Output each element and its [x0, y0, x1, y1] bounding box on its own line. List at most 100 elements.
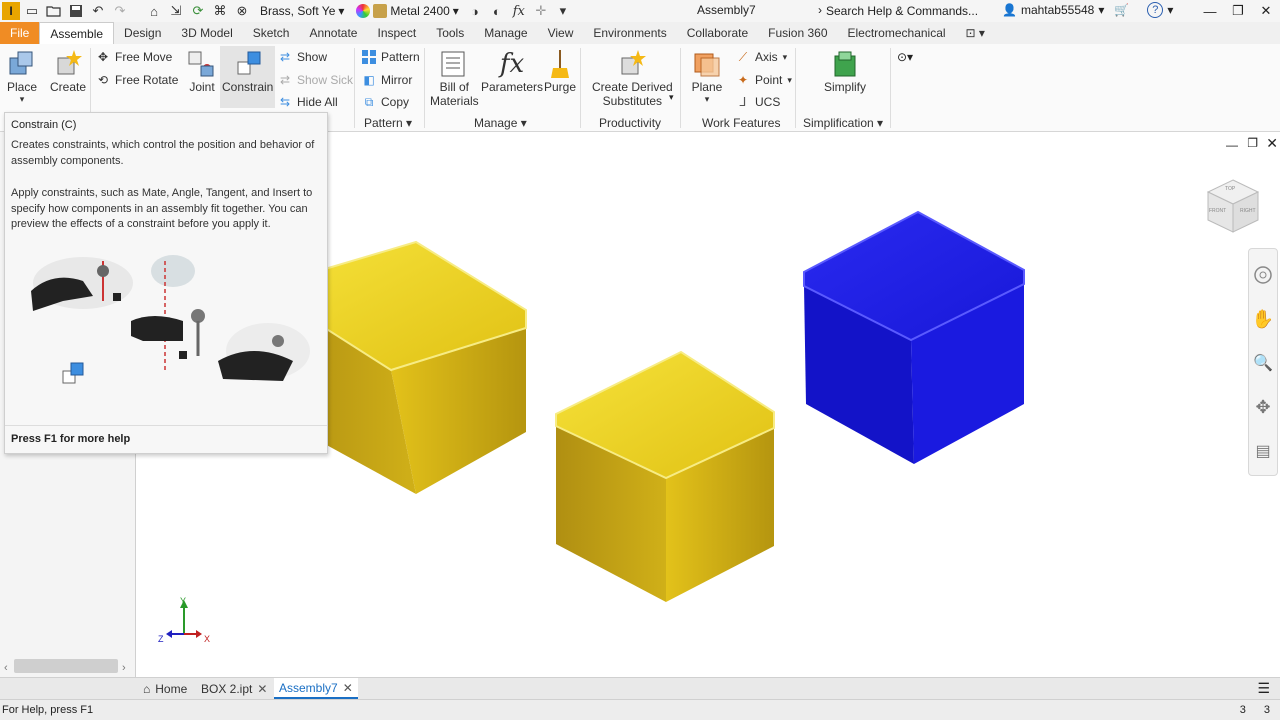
appearance-value: Metal 2400 — [390, 4, 450, 18]
show-sick-button[interactable]: ⇄ Show Sick — [278, 73, 353, 87]
ucs-button[interactable]: ⅃ UCS — [736, 95, 781, 109]
appearance-combo[interactable]: Metal 2400 ▾ — [352, 2, 462, 20]
group-simplification[interactable]: Simplification ▾ — [803, 116, 883, 130]
home-icon[interactable]: ⌂ — [144, 2, 164, 20]
panel-options-icon[interactable]: ⊙▾ — [897, 50, 913, 64]
tab-annotate[interactable]: Annotate — [299, 22, 367, 44]
horizontal-scrollbar[interactable] — [14, 659, 118, 673]
chevron-down-icon: ▾ — [452, 4, 459, 18]
show-button[interactable]: ⇄ Show — [278, 50, 327, 64]
simplify-button[interactable]: Simplify — [824, 48, 866, 94]
point-button[interactable]: ✦ Point ▾ — [736, 73, 792, 87]
purge-button[interactable]: Purge — [544, 48, 576, 94]
mirror-button[interactable]: ◧ Mirror — [362, 73, 412, 87]
create-derived-label-2: Substitutes — [602, 94, 663, 108]
tooltip-footer: Press F1 for more help — [5, 425, 327, 452]
cart-icon[interactable]: 🛒 — [1114, 3, 1129, 17]
free-move-button[interactable]: ✥ Free Move — [96, 50, 172, 64]
free-rotate-button[interactable]: ⟲ Free Rotate — [96, 73, 178, 87]
document-menu-icon[interactable]: ☰ — [1257, 680, 1270, 697]
close-icon[interactable]: ✕ — [343, 681, 353, 695]
parameters-button[interactable]: fx Parameters — [481, 48, 543, 94]
hide-all-button[interactable]: ⇆ Hide All — [278, 95, 338, 109]
save-icon[interactable] — [66, 2, 86, 20]
maximize-button[interactable]: ❐ — [1224, 0, 1252, 22]
new-file-icon[interactable]: ▭ — [22, 2, 42, 20]
close-button[interactable]: ✕ — [1252, 0, 1280, 22]
chevron-right-icon[interactable]: › — [818, 3, 822, 17]
bill-of-materials-button[interactable]: Bill of Materials — [430, 48, 479, 108]
search-input[interactable]: Search Help & Commands... — [826, 2, 998, 20]
tab-assemble[interactable]: Assemble — [39, 22, 115, 44]
update-icon[interactable]: ⟳ — [188, 2, 208, 20]
visibility-icon[interactable]: ⌘ — [210, 2, 230, 20]
group-pattern[interactable]: Pattern ▾ — [364, 116, 412, 130]
copy-label: Copy — [381, 95, 410, 109]
pan-hand-icon[interactable]: ✋ — [1249, 301, 1277, 337]
tab-fusion-360[interactable]: Fusion 360 — [758, 22, 837, 44]
viewcube[interactable]: TOP FRONT RIGHT — [1204, 176, 1262, 236]
doc-tab-box2[interactable]: BOX 2.ipt ✕ — [196, 678, 272, 699]
tab-view[interactable]: View — [538, 22, 584, 44]
open-icon[interactable] — [44, 2, 64, 20]
material-combo[interactable]: Brass, Soft Ye ▾ — [256, 2, 348, 20]
tab-tools[interactable]: Tools — [426, 22, 474, 44]
help-icon[interactable]: ? — [1147, 2, 1164, 18]
show-label: Show — [297, 50, 328, 64]
tab-overflow-icon[interactable]: ⊡ ▾ — [956, 22, 995, 44]
tab-sketch[interactable]: Sketch — [243, 22, 300, 44]
place-button[interactable]: Place ▾ — [6, 48, 38, 105]
orbit-icon[interactable]: ✥ — [1249, 389, 1277, 425]
select-icon[interactable]: ⇲ — [166, 2, 186, 20]
tab-inspect[interactable]: Inspect — [367, 22, 426, 44]
pattern-button[interactable]: Pattern — [362, 50, 420, 64]
no-icon[interactable]: ⊗ — [232, 2, 252, 20]
customize-icon[interactable]: ▾ — [553, 2, 573, 20]
tab-3d-model[interactable]: 3D Model — [171, 22, 242, 44]
app-logo[interactable]: I — [2, 2, 20, 20]
adjust-icon[interactable]: ◑ — [465, 2, 485, 20]
tab-environments[interactable]: Environments — [583, 22, 676, 44]
tab-electromechanical[interactable]: Electromechanical — [838, 22, 956, 44]
place-icon — [6, 48, 38, 80]
free-move-icon: ✥ — [97, 50, 109, 64]
create-derived-label-1: Create Derived — [592, 80, 673, 94]
look-at-icon[interactable]: ▤ — [1249, 433, 1277, 469]
mirror-icon: ◧ — [363, 73, 375, 87]
scroll-right-icon[interactable]: › — [122, 662, 126, 674]
status-count-2: 3 — [1263, 704, 1270, 716]
doc-tab-assembly7[interactable]: Assembly7 ✕ — [274, 678, 358, 699]
chevron-down-icon[interactable]: ▾ — [669, 92, 674, 103]
viewcube-right[interactable]: RIGHT — [1240, 208, 1256, 214]
create-derived-substitutes-button[interactable]: Create Derived Substitutes — [592, 48, 673, 108]
constrain-button[interactable]: Constrain — [220, 46, 276, 108]
plane-button[interactable]: Plane ▾ — [691, 48, 723, 105]
create-button[interactable]: Create — [50, 48, 86, 94]
group-manage[interactable]: Manage ▾ — [474, 116, 527, 130]
tab-design[interactable]: Design — [114, 22, 171, 44]
tab-manage[interactable]: Manage — [474, 22, 537, 44]
document-tabs: ⌂ Home BOX 2.ipt ✕ Assembly7 ✕ ☰ — [0, 677, 1280, 699]
close-icon[interactable]: ✕ — [257, 682, 267, 696]
yellow-box-2[interactable] — [555, 350, 775, 602]
blue-box[interactable] — [803, 210, 1025, 464]
minimize-button[interactable]: — — [1196, 0, 1224, 22]
doc-tab-home[interactable]: ⌂ Home — [138, 678, 192, 699]
axis-button[interactable]: ⟋ Axis ▾ — [736, 50, 787, 65]
redo-icon[interactable]: ↷ — [110, 2, 130, 20]
parameters-icon[interactable]: fx — [509, 2, 529, 20]
user-account[interactable]: 👤 mahtab55548 ▾ 🛒 ? ▾ — [1002, 2, 1173, 18]
purge-label: Purge — [544, 80, 577, 94]
copy-button[interactable]: ⧉ Copy — [362, 95, 410, 110]
zoom-icon[interactable]: 🔍 — [1249, 345, 1277, 381]
tab-file[interactable]: File — [0, 22, 40, 44]
scroll-left-icon[interactable]: ‹ — [4, 662, 8, 674]
joint-button[interactable]: Joint — [186, 48, 218, 94]
tab-collaborate[interactable]: Collaborate — [677, 22, 758, 44]
add-icon[interactable]: ✛ — [531, 2, 551, 20]
undo-icon[interactable]: ↶ — [88, 2, 108, 20]
clear-appearance-icon[interactable]: ◐ — [487, 2, 507, 20]
viewcube-front[interactable]: FRONT — [1209, 208, 1226, 214]
viewcube-top[interactable]: TOP — [1225, 186, 1235, 192]
steering-wheel-icon[interactable] — [1249, 257, 1277, 293]
